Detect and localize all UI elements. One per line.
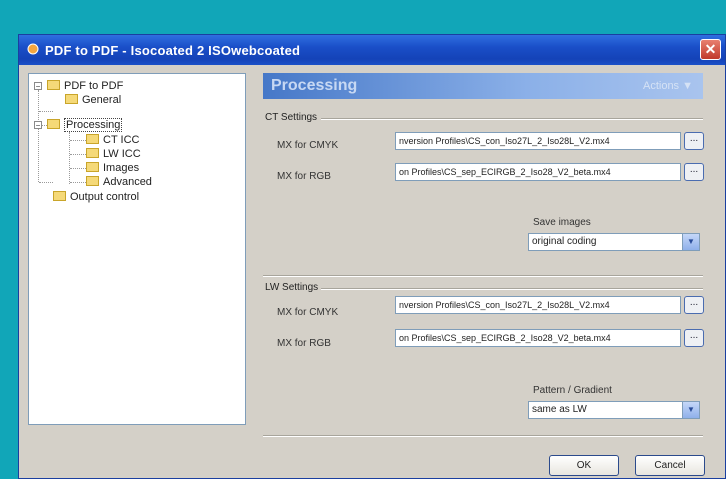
pdf-app-icon <box>27 43 39 55</box>
pattern-gradient-label: Pattern / Gradient <box>533 385 612 396</box>
close-button[interactable]: ✕ <box>700 39 721 60</box>
window-title: PDF to PDF - Isocoated 2 ISOwebcoated <box>45 43 301 58</box>
tree-connector <box>70 154 86 155</box>
ok-button[interactable]: OK <box>549 455 619 476</box>
tree-connector <box>70 140 86 141</box>
tree-item-processing[interactable]: Processing <box>47 118 123 133</box>
pattern-gradient-select[interactable]: same as LW ▼ <box>528 401 700 419</box>
page-header: Processing Actions ▼ <box>263 73 703 99</box>
tree-connector <box>70 168 86 169</box>
tree-item-lw-icc[interactable]: LW ICC <box>86 147 141 161</box>
tree-item-label: LW ICC <box>103 148 141 161</box>
tree-connector <box>39 182 53 183</box>
lw-cmyk-path-field[interactable]: nversion Profiles\CS_con_Iso27L_2_Iso28L… <box>395 296 681 314</box>
divider <box>263 435 703 437</box>
folder-icon <box>47 80 60 91</box>
folder-icon <box>86 176 99 187</box>
lw-settings-heading: LW Settings <box>265 282 319 293</box>
divider <box>263 275 703 277</box>
dialog-window: PDF to PDF - Isocoated 2 ISOwebcoated ✕ … <box>18 34 726 479</box>
ct-settings-heading: CT Settings <box>265 112 318 123</box>
folder-icon <box>65 94 78 105</box>
tree-item-pdf-to-pdf[interactable]: PDF to PDF <box>47 79 123 93</box>
folder-icon <box>53 191 66 202</box>
divider <box>321 288 703 290</box>
save-images-select[interactable]: original coding ▼ <box>528 233 700 251</box>
tree-item-label: Images <box>103 162 140 175</box>
tree-item-label: Output control <box>70 191 140 204</box>
save-images-label: Save images <box>533 217 591 228</box>
folder-icon <box>47 119 60 130</box>
lw-cmyk-browse-button[interactable]: ... <box>684 296 704 314</box>
tree-item-ct-icc[interactable]: CT ICC <box>86 133 139 147</box>
chevron-down-icon[interactable]: ▼ <box>682 402 699 418</box>
lw-rgb-path-field[interactable]: on Profiles\CS_sep_ECIRGB_2_Iso28_V2_bet… <box>395 329 681 347</box>
tree-item-label: CT ICC <box>103 134 140 147</box>
page-title: Processing <box>271 77 358 94</box>
tree-item-images[interactable]: Images <box>86 161 139 175</box>
ct-rgb-label: MX for RGB <box>277 171 331 182</box>
collapse-toggle[interactable]: − <box>34 121 42 130</box>
pattern-gradient-value: same as LW <box>532 404 587 415</box>
save-images-value: original coding <box>532 236 597 247</box>
chevron-down-icon[interactable]: ▼ <box>682 234 699 250</box>
collapse-toggle[interactable]: − <box>34 82 42 91</box>
tree-item-label: PDF to PDF <box>64 80 124 93</box>
title-bar[interactable]: PDF to PDF - Isocoated 2 ISOwebcoated ✕ <box>19 35 725 65</box>
folder-icon <box>86 162 99 173</box>
settings-tree[interactable]: − PDF to PDF General − Processing CT ICC… <box>28 73 246 425</box>
folder-icon <box>86 134 99 145</box>
tree-connector <box>38 90 39 182</box>
tree-item-label: Processing <box>64 118 123 133</box>
divider <box>321 118 703 120</box>
ct-cmyk-label: MX for CMYK <box>277 140 339 151</box>
tree-item-advanced[interactable]: Advanced <box>86 175 152 189</box>
ct-cmyk-path-field[interactable]: nversion Profiles\CS_con_Iso27L_2_Iso28L… <box>395 132 681 150</box>
ct-rgb-path-field[interactable]: on Profiles\CS_sep_ECIRGB_2_Iso28_V2_bet… <box>395 163 681 181</box>
cancel-button[interactable]: Cancel <box>635 455 705 476</box>
tree-connector <box>70 182 86 183</box>
lw-rgb-label: MX for RGB <box>277 338 331 349</box>
tree-connector <box>39 111 53 112</box>
tree-item-label: General <box>82 94 122 107</box>
tree-item-label: Advanced <box>103 176 152 189</box>
actions-menu[interactable]: Actions ▼ <box>643 80 693 92</box>
lw-rgb-browse-button[interactable]: ... <box>684 329 704 347</box>
lw-cmyk-label: MX for CMYK <box>277 307 339 318</box>
folder-icon <box>86 148 99 159</box>
ct-cmyk-browse-button[interactable]: ... <box>684 132 704 150</box>
ct-rgb-browse-button[interactable]: ... <box>684 163 704 181</box>
tree-item-general[interactable]: General <box>65 93 121 107</box>
tree-item-output-control[interactable]: Output control <box>53 190 139 204</box>
